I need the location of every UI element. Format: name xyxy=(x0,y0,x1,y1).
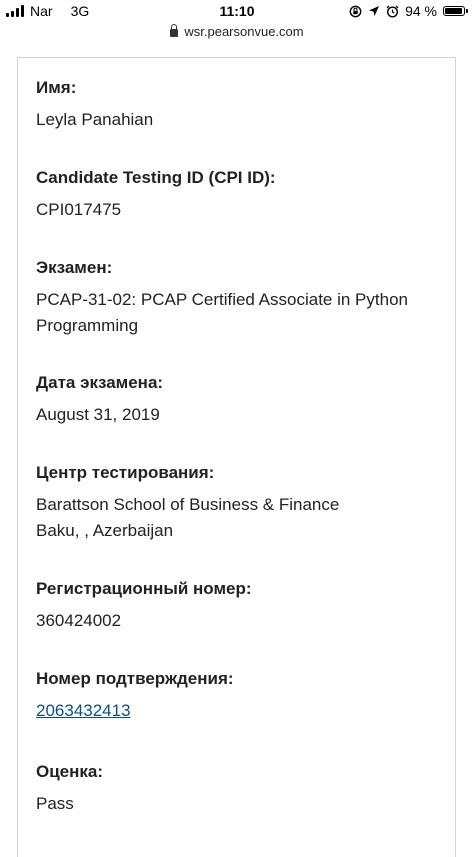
field-label: Номер подтверждения: xyxy=(36,669,234,688)
field-value-line: PCAP-31-02: PCAP Certified Associate in … xyxy=(36,290,408,309)
field-value-line: Programming xyxy=(36,316,139,335)
field-candidate-id: Candidate Testing ID (CPI ID): CPI017475 xyxy=(36,167,276,223)
field-label: Оценка: xyxy=(36,762,104,781)
confirmation-number-link[interactable]: 2063432413 xyxy=(36,701,131,720)
field-label: Экзамен: xyxy=(36,258,113,277)
field-value-line: Barattson School of Business & Finance xyxy=(36,495,340,514)
address-bar[interactable]: wsr.pearsonvue.com xyxy=(0,21,474,41)
field-label: Регистрационный номер: xyxy=(36,579,252,598)
field-value: PCAP-31-02: PCAP Certified Associate in … xyxy=(36,287,408,339)
field-value: Barattson School of Business & Finance B… xyxy=(36,492,339,544)
field-value: Pass xyxy=(36,794,74,813)
location-icon xyxy=(369,6,380,16)
field-label: Имя: xyxy=(36,78,77,97)
url-text[interactable]: wsr.pearsonvue.com xyxy=(184,24,303,39)
status-bar: Nar 3G 11:10 94 % xyxy=(0,0,474,20)
status-right: 94 % xyxy=(349,3,468,19)
field-value-line: Baku, , Azerbaijan xyxy=(36,521,174,540)
battery-icon xyxy=(443,6,468,16)
field-label: Центр тестирования: xyxy=(36,463,215,482)
field-score: Оценка: Pass xyxy=(36,761,103,817)
field-exam: Экзамен: PCAP-31-02: PCAP Certified Asso… xyxy=(36,257,408,339)
lock-icon xyxy=(170,23,179,37)
field-name: Имя: Leyla Panahian xyxy=(36,77,153,133)
field-value: August 31, 2019 xyxy=(36,405,160,424)
field-value: 360424002 xyxy=(36,611,122,630)
field-registration-number: Регистрационный номер: 360424002 xyxy=(36,578,252,634)
battery-fill xyxy=(445,8,462,14)
battery-percent: 94 % xyxy=(405,3,437,19)
field-value: Leyla Panahian xyxy=(36,110,154,129)
field-value: 2063432413 xyxy=(36,698,234,724)
screen-lock-rotation-icon xyxy=(349,5,362,17)
field-value: CPI017475 xyxy=(36,200,122,219)
field-test-center: Центр тестирования: Barattson School of … xyxy=(36,462,339,544)
alarm-icon xyxy=(386,5,399,18)
field-label: Дата экзамена: xyxy=(36,373,164,392)
field-confirmation-number: Номер подтверждения: 2063432413 xyxy=(36,668,234,724)
field-exam-date: Дата экзамена: August 31, 2019 xyxy=(36,372,163,428)
field-label: Candidate Testing ID (CPI ID): xyxy=(36,168,276,187)
